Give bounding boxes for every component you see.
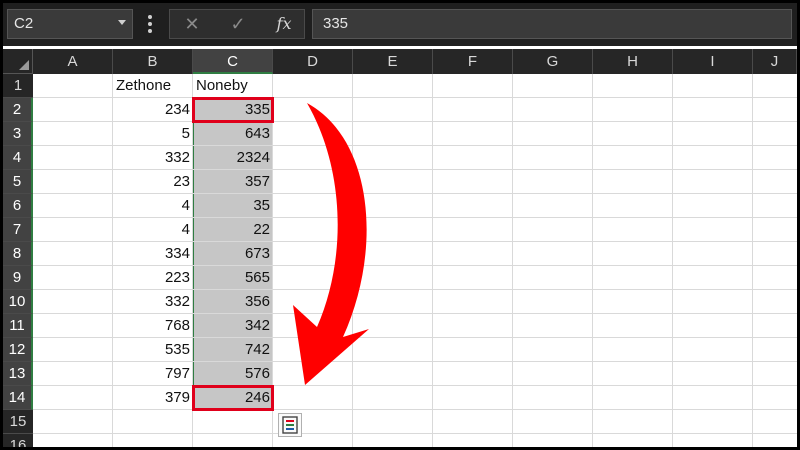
cell-b10[interactable]: 332 [113, 290, 193, 314]
cell-b11[interactable]: 768 [113, 314, 193, 338]
formula-value: 335 [323, 15, 349, 32]
cell-c7[interactable]: 22 [193, 218, 273, 242]
column-header-d[interactable]: D [273, 49, 353, 74]
grid-col-line [752, 74, 753, 447]
curved-down-arrow-icon [293, 103, 369, 385]
cell-c5[interactable]: 357 [193, 170, 273, 194]
name-box-value: C2 [14, 15, 34, 32]
cell-c10[interactable]: 356 [193, 290, 273, 314]
grid-col-line [592, 74, 593, 447]
enter-icon[interactable]: ✓ [224, 13, 252, 35]
cell-b14[interactable]: 379 [113, 386, 193, 410]
cell-c11[interactable]: 342 [193, 314, 273, 338]
column-header-b[interactable]: B [113, 49, 193, 74]
formula-input[interactable]: 335 [312, 9, 792, 39]
cell-b13[interactable]: 797 [113, 362, 193, 386]
row-header-15[interactable]: 15 [3, 410, 33, 434]
column-header-j[interactable]: J [753, 49, 797, 74]
cell-c6[interactable]: 35 [193, 194, 273, 218]
row-header-13[interactable]: 13 [3, 362, 33, 386]
cell-b9[interactable]: 223 [113, 266, 193, 290]
insert-function-icon[interactable]: fx [270, 13, 298, 35]
grid-col-line [512, 74, 513, 447]
more-options-icon[interactable] [148, 15, 152, 33]
row-header-1[interactable]: 1 [3, 74, 33, 98]
name-box[interactable]: C2 [7, 9, 133, 39]
cell-b12[interactable]: 535 [113, 338, 193, 362]
column-header-h[interactable]: H [593, 49, 673, 74]
cell-c8[interactable]: 673 [193, 242, 273, 266]
cell-c1[interactable]: Noneby [193, 74, 273, 98]
cancel-icon[interactable]: ✕ [178, 13, 206, 35]
cell-b4[interactable]: 332 [113, 146, 193, 170]
cell-b1[interactable]: Zethone [113, 74, 193, 98]
row-header-6[interactable]: 6 [3, 194, 33, 218]
column-header-f[interactable]: F [433, 49, 513, 74]
row-header-4[interactable]: 4 [3, 146, 33, 170]
row-header-8[interactable]: 8 [3, 242, 33, 266]
column-header-a[interactable]: A [33, 49, 113, 74]
grid-row-line [33, 433, 797, 434]
select-all-button[interactable] [3, 49, 33, 74]
chevron-down-icon[interactable] [118, 20, 126, 25]
row-header-14[interactable]: 14 [3, 386, 33, 410]
row-header-2[interactable]: 2 [3, 98, 33, 122]
spreadsheet-grid: A B C D E F G H I J 1 2 3 4 5 6 7 8 9 10 11 12 13 14 15 16 Zethone… [3, 49, 797, 447]
quick-analysis-icon [282, 416, 298, 434]
grid-col-line [432, 74, 433, 447]
cell-c3[interactable]: 643 [193, 122, 273, 146]
cell-b5[interactable]: 23 [113, 170, 193, 194]
row-header-5[interactable]: 5 [3, 170, 33, 194]
column-header-i[interactable]: I [673, 49, 753, 74]
excel-window: C2 ✕ ✓ fx 335 A B C D E F G H I J 1 2 3 4 5 6 7 8 9 10 11 12 1… [3, 3, 797, 447]
cell-c4[interactable]: 2324 [193, 146, 273, 170]
grid-col-line [672, 74, 673, 447]
cell-b8[interactable]: 334 [113, 242, 193, 266]
row-header-11[interactable]: 11 [3, 314, 33, 338]
highlight-first-cell [192, 97, 274, 123]
row-header-3[interactable]: 3 [3, 122, 33, 146]
select-all-icon [19, 60, 29, 70]
screenshot-frame: C2 ✕ ✓ fx 335 A B C D E F G H I J 1 2 3 4 5 6 7 8 9 10 11 12 1… [0, 0, 800, 450]
row-header-10[interactable]: 10 [3, 290, 33, 314]
cell-b7[interactable]: 4 [113, 218, 193, 242]
cell-b6[interactable]: 4 [113, 194, 193, 218]
row-header-16[interactable]: 16 [3, 434, 33, 447]
formula-bar: C2 ✕ ✓ fx 335 [3, 3, 797, 46]
row-header-9[interactable]: 9 [3, 266, 33, 290]
column-header-e[interactable]: E [353, 49, 433, 74]
row-header-12[interactable]: 12 [3, 338, 33, 362]
column-header-c[interactable]: C [193, 49, 273, 74]
cell-b3[interactable]: 5 [113, 122, 193, 146]
highlight-last-cell [192, 385, 274, 411]
formula-buttons: ✕ ✓ fx [169, 9, 305, 39]
cell-c12[interactable]: 742 [193, 338, 273, 362]
cell-c9[interactable]: 565 [193, 266, 273, 290]
cell-c13[interactable]: 576 [193, 362, 273, 386]
cell-b2[interactable]: 234 [113, 98, 193, 122]
row-header-7[interactable]: 7 [3, 218, 33, 242]
quick-analysis-button[interactable] [278, 413, 302, 437]
column-header-g[interactable]: G [513, 49, 593, 74]
